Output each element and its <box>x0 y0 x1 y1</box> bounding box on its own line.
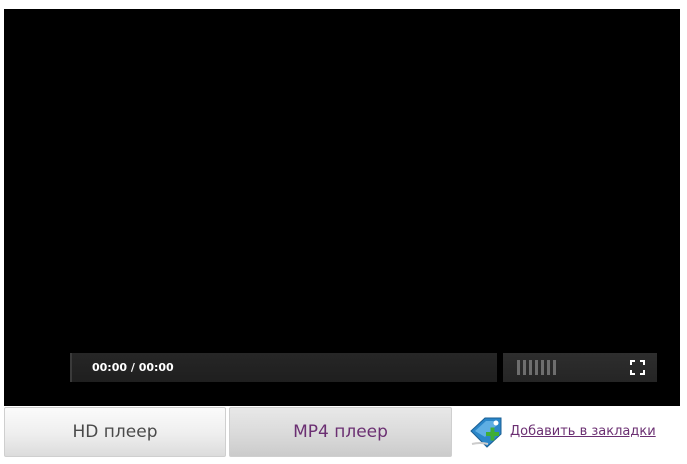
player-controls: 00:00 / 00:00 <box>70 353 658 382</box>
hd-player-button[interactable]: HD плеер <box>4 407 226 457</box>
volume-slider[interactable] <box>517 360 556 375</box>
mp4-player-label: MP4 плеер <box>293 422 388 442</box>
page: 00:00 / 00:00 HD плеер MP4 плеер Добавит… <box>0 0 687 464</box>
add-bookmark[interactable]: Добавить в закладки <box>468 413 656 449</box>
volume-bar <box>535 360 538 375</box>
hd-player-label: HD плеер <box>72 422 158 442</box>
progress-bar[interactable]: 00:00 / 00:00 <box>70 353 497 382</box>
fullscreen-icon[interactable] <box>630 360 645 375</box>
volume-bar <box>523 360 526 375</box>
video-player[interactable]: 00:00 / 00:00 <box>4 9 680 406</box>
volume-bar <box>553 360 556 375</box>
volume-bar <box>547 360 550 375</box>
player-right-controls <box>503 353 657 382</box>
bookmark-add-icon <box>468 413 506 449</box>
time-display: 00:00 / 00:00 <box>92 361 174 374</box>
add-bookmark-link[interactable]: Добавить в закладки <box>510 424 656 439</box>
volume-bar <box>529 360 532 375</box>
mp4-player-button[interactable]: MP4 плеер <box>229 407 452 457</box>
volume-bar <box>541 360 544 375</box>
volume-bar <box>517 360 520 375</box>
